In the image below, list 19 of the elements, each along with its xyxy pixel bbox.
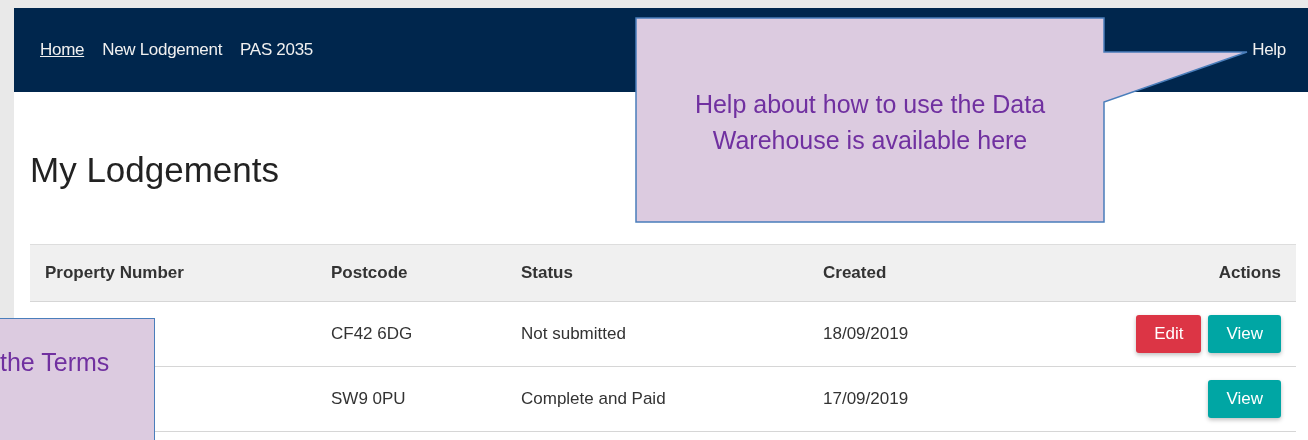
column-header: Created: [822, 263, 888, 283]
nav-link[interactable]: Home: [40, 40, 85, 60]
help-link[interactable]: Help: [1252, 40, 1286, 60]
table-cell: 17/09/2019: [823, 389, 909, 408]
column-header: Property Number: [44, 263, 185, 283]
nav-link[interactable]: New Lodgement: [102, 40, 223, 60]
table-cell: Complete and Paid: [521, 389, 666, 408]
callout-text: the Terms: [0, 347, 110, 378]
page-title: My Lodgements: [30, 150, 280, 190]
table-cell: CF42 6DG: [331, 324, 413, 343]
table-cell: Not submitted: [521, 324, 626, 343]
column-header: Postcode: [330, 263, 409, 283]
callout-text: Help about how to use the Data Warehouse is available here: [693, 89, 1047, 156]
nav-link[interactable]: PAS 2035: [240, 40, 313, 60]
table-cell: 18/09/2019: [823, 324, 909, 343]
column-header: Status: [520, 263, 574, 283]
edit-button[interactable]: Edit: [1136, 315, 1202, 353]
table-cell: SW9 0PU: [331, 389, 406, 408]
column-header: Actions: [1217, 263, 1282, 283]
